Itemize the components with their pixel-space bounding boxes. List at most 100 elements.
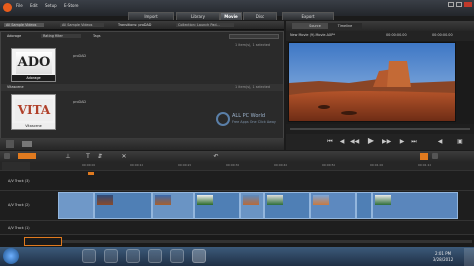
timecode-display: 00:00:00.00 (386, 33, 407, 37)
delete-icon[interactable]: ✕ (120, 153, 128, 161)
transport-controls: ⏮ ◀ ◀◀ ▶ ▶▶ ▶ ⏭ ◀ ▣ (286, 134, 474, 150)
taskbar-media-icon[interactable] (148, 249, 162, 263)
tab-import[interactable]: Import (128, 12, 174, 20)
ruler-tick: 00:00:10 (130, 163, 144, 167)
play-icon[interactable]: ▶ (366, 137, 376, 145)
tab-export[interactable]: Export (282, 12, 334, 20)
timeline-clip[interactable] (194, 192, 240, 219)
zoom-button[interactable] (420, 153, 428, 160)
tab-timeline[interactable]: Timeline (328, 23, 362, 29)
menu-bar: File Edit Setup E-Store (16, 3, 85, 8)
preview-video[interactable] (288, 42, 456, 122)
timeline-clip[interactable] (264, 192, 310, 219)
section-info: 1 item(s), 1 selected (235, 43, 271, 47)
ruler-tick: 00:00:40 (274, 163, 288, 167)
go-end-icon[interactable]: ⏭ (410, 138, 418, 146)
fullscreen-icon[interactable]: ▣ (456, 138, 464, 146)
vitascene-header: Vitascene 1 item(s), 1 selected (1, 84, 283, 91)
preview-image (289, 43, 455, 121)
go-start-icon[interactable]: ⏮ (326, 138, 334, 146)
menu-setup[interactable]: Setup (45, 3, 57, 8)
rating-filter[interactable]: Rating filter (41, 34, 81, 38)
track-3-label: A/V Track (3) (8, 179, 30, 183)
taskbar-pinnacle-icon[interactable] (192, 249, 206, 263)
vitascene-info: 1 item(s), 1 selected (235, 85, 271, 89)
taskbar-explorer-icon[interactable] (82, 249, 96, 263)
library-path[interactable]: All Sample Videos (4, 23, 44, 27)
timeline-clip[interactable] (372, 192, 458, 219)
show-desktop-button[interactable] (464, 248, 474, 266)
menu-edit[interactable]: Edit (30, 3, 38, 8)
track-2[interactable]: A/V Track (2) (0, 190, 474, 220)
timeline-clip[interactable] (240, 192, 264, 219)
collection-tab[interactable]: Collection: Launch Pad... (176, 23, 234, 27)
timeline-toolbar: ⊥ T ⇵ ✕ ↶ (0, 151, 474, 162)
clock-time[interactable]: 2:01 PM (428, 251, 458, 256)
clip-thumbnail (97, 195, 113, 205)
settings-icon[interactable] (432, 153, 438, 159)
movie-title: New Movie (9).Movie.AXP* (290, 33, 335, 37)
scrubber-track[interactable] (290, 128, 470, 130)
track-1[interactable]: A/V Track (1) (0, 220, 474, 234)
undo-icon[interactable]: ↶ (212, 153, 220, 161)
timeline-view-button[interactable] (18, 153, 36, 159)
track-2-label: A/V Track (2) (8, 203, 30, 207)
timeline-clip[interactable] (356, 192, 372, 219)
vitascene-title: Vitascene (7, 85, 24, 89)
fast-forward-icon[interactable]: ▶▶ (382, 138, 391, 146)
preview-header: New Movie (9).Movie.AXP* 00:00:00.00 00:… (286, 31, 474, 41)
watermark-subtitle: Free Apps One Click Away (232, 120, 276, 124)
navigator-window[interactable] (24, 237, 62, 246)
marker-icon[interactable]: ⇵ (96, 153, 104, 161)
close-button[interactable] (464, 2, 472, 7)
vitascene-thumbnail[interactable]: VITA Vitascene (11, 94, 56, 130)
breadcrumb[interactable]: Transitions: proDAD (118, 23, 174, 27)
view-icon[interactable] (6, 140, 14, 148)
tags-label[interactable]: Tags (93, 34, 101, 38)
timeline-clip[interactable] (58, 192, 94, 219)
split-icon[interactable]: ⊥ (64, 153, 72, 161)
watermark: ALL PC World Free Apps One Click Away (216, 110, 286, 132)
step-back-icon[interactable]: ◀ (338, 138, 346, 146)
clock-date[interactable]: 3/28/2012 (428, 257, 458, 262)
step-forward-icon[interactable]: ▶ (398, 138, 406, 146)
timeline-clip[interactable] (94, 192, 152, 219)
taskbar (0, 247, 474, 266)
adorage-thumbnail[interactable]: ADO Adorage (11, 48, 56, 82)
navigator-track[interactable] (62, 240, 472, 243)
timeline-clip[interactable] (152, 192, 194, 219)
tab-movie[interactable]: Movie (220, 12, 242, 20)
tab-disc[interactable]: Disc (243, 12, 277, 20)
taskbar-ie-icon[interactable] (104, 249, 118, 263)
clip-thumbnail (313, 195, 329, 205)
taskbar-app-icon[interactable] (170, 249, 184, 263)
timeline-navigator (0, 234, 474, 247)
minimize-button[interactable] (448, 2, 454, 7)
clip-thumbnail (155, 195, 171, 205)
source-label-2: proDAD (73, 100, 87, 104)
clip-thumbnail (243, 195, 259, 205)
storyboard-icon[interactable] (4, 153, 10, 159)
start-button[interactable] (3, 248, 19, 264)
menu-estore[interactable]: E-Store (64, 3, 79, 8)
maximize-button[interactable] (456, 2, 462, 7)
menu-file[interactable]: File (16, 3, 23, 8)
clip-thumbnail (267, 195, 283, 205)
playhead-marker[interactable] (88, 172, 94, 175)
tab-library[interactable]: Library (176, 12, 220, 20)
volume-icon[interactable]: ◀ (436, 138, 444, 146)
search-input[interactable] (229, 34, 279, 39)
vitascene-label: Vitascene (12, 123, 55, 129)
text-tool-icon[interactable]: T (84, 153, 92, 161)
preview-tabs: Source Timeline (286, 21, 474, 31)
library-tab-2[interactable]: All Sample Videos (60, 23, 104, 27)
taskbar-word-icon[interactable] (126, 249, 140, 263)
watermark-title: ALL PC World (232, 113, 266, 119)
timeline-clip[interactable] (310, 192, 356, 219)
add-icon[interactable] (22, 141, 32, 147)
ruler-tick: 00:00:20 (178, 163, 192, 167)
ruler-tick: 00:01:10 (418, 163, 432, 167)
timeline-ruler[interactable]: 00:00:00 00:00:10 00:00:20 00:00:30 00:0… (0, 162, 474, 170)
track-3[interactable]: A/V Track (3) (0, 170, 474, 190)
rewind-icon[interactable]: ◀◀ (350, 138, 359, 146)
